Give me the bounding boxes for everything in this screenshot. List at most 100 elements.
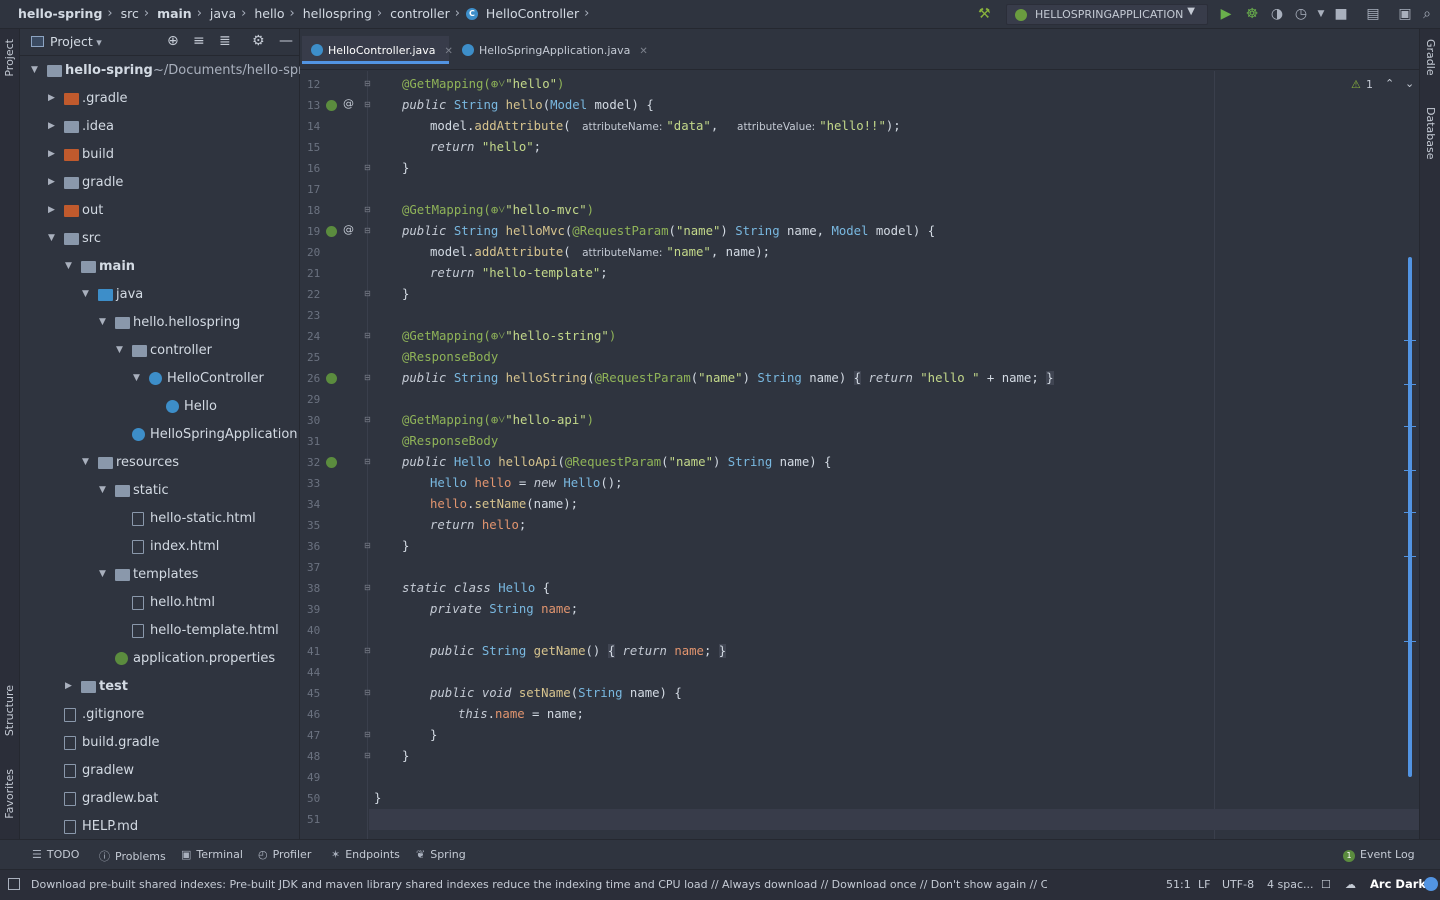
expanded-arrow-icon[interactable]: ▼ — [116, 345, 123, 355]
tool-window-button-terminal[interactable]: ▣ Terminal — [181, 848, 243, 861]
expanded-arrow-icon[interactable]: ▼ — [48, 233, 55, 243]
code-line[interactable]: model.addAttribute( attributeName: "name"… — [369, 242, 770, 263]
code-line[interactable]: @GetMapping(⊕˅"hello-mvc") — [369, 200, 594, 221]
expanded-arrow-icon[interactable]: ▼ — [99, 485, 106, 495]
breadcrumb-item[interactable]: controller — [388, 6, 452, 21]
collapsed-arrow-icon[interactable]: ▶ — [48, 121, 55, 131]
presentation-icon[interactable]: ▣ — [1396, 6, 1414, 22]
editor-tab[interactable]: HelloSpringApplication.java ✕ — [453, 36, 648, 64]
project-tool-tab[interactable]: Project — [3, 39, 16, 77]
breadcrumb-item[interactable]: hello-spring — [16, 6, 104, 21]
build-hammer-icon[interactable]: ⚒ — [978, 6, 991, 22]
tree-item[interactable]: ▼ controller — [20, 337, 300, 365]
code-line[interactable] — [369, 620, 374, 641]
coverage-icon[interactable]: ◑ — [1268, 6, 1286, 22]
structure-tool-tab[interactable]: Structure — [3, 685, 16, 736]
request-mapping-gutter-icon[interactable]: @ — [343, 97, 354, 110]
expanded-arrow-icon[interactable]: ▼ — [99, 569, 106, 579]
code-line[interactable]: this.name = name; — [369, 704, 584, 725]
search-icon[interactable]: ⌕ — [1418, 6, 1436, 22]
code-line[interactable]: } — [369, 746, 409, 767]
expand-all-icon[interactable]: ≡ — [193, 33, 205, 49]
collapsed-arrow-icon[interactable]: ▶ — [48, 205, 55, 215]
code-line[interactable]: } — [369, 536, 409, 557]
request-mapping-gutter-icon[interactable]: @ — [343, 223, 354, 236]
code-line[interactable] — [369, 305, 374, 326]
tool-window-button-profiler[interactable]: ◴ Profiler — [258, 848, 311, 861]
collapse-all-icon[interactable]: ≣ — [219, 33, 231, 49]
collapsed-arrow-icon[interactable]: ▶ — [48, 149, 55, 159]
breadcrumb-item[interactable]: main — [155, 6, 194, 21]
file-encoding[interactable]: UTF-8 — [1222, 878, 1254, 891]
code-line[interactable] — [369, 179, 374, 200]
code-line[interactable]: hello.setName(name); — [369, 494, 578, 515]
code-line[interactable]: @GetMapping(⊕˅"hello-api") — [369, 410, 594, 431]
debug-icon[interactable]: ☸ — [1243, 6, 1261, 22]
code-line[interactable]: @ResponseBody — [369, 347, 498, 368]
code-line[interactable]: public String hello(Model model) { — [369, 95, 654, 116]
editor-tab[interactable]: HelloController.java ✕ — [302, 36, 453, 64]
previous-highlight-icon[interactable]: ⌃ — [1385, 77, 1394, 90]
tree-item[interactable]: ▼ src — [20, 225, 300, 253]
collapsed-arrow-icon[interactable]: ▶ — [48, 93, 55, 103]
indent-setting[interactable]: 4 spac... — [1267, 878, 1314, 891]
breadcrumb-item[interactable]: src — [119, 6, 141, 21]
tree-item[interactable]: ▶ test — [20, 673, 300, 701]
inspection-widget[interactable]: ⚠ 1 ⌃ ⌄ — [1345, 75, 1419, 95]
code-line[interactable]: public String helloString(@RequestParam(… — [369, 368, 1054, 389]
expanded-arrow-icon[interactable]: ▼ — [99, 317, 106, 327]
tool-window-button-endpoints[interactable]: ✶ Endpoints — [331, 848, 400, 861]
tree-item[interactable]: ▼ hello.hellospring — [20, 309, 300, 337]
toggle-tool-windows-icon[interactable] — [8, 878, 20, 890]
expanded-arrow-icon[interactable]: ▼ — [133, 373, 140, 383]
code-line[interactable] — [369, 389, 374, 410]
code-line[interactable]: Hello hello = new Hello(); — [369, 473, 623, 494]
code-line[interactable]: public void setName(String name) { — [369, 683, 682, 704]
gradle-tool-tab[interactable]: Gradle — [1424, 39, 1437, 76]
favorites-tool-tab[interactable]: Favorites — [3, 769, 16, 819]
tree-item[interactable]: ▼ templates — [20, 561, 300, 589]
tree-item[interactable]: ▶ .gradle — [20, 85, 300, 113]
scrollbar-thumb[interactable] — [1408, 257, 1412, 777]
code-line[interactable]: @GetMapping(⊕˅"hello-string") — [369, 326, 616, 347]
next-highlight-icon[interactable]: ⌄ — [1405, 77, 1414, 90]
tool-window-button-problems[interactable]: ⓘ Problems — [99, 848, 166, 864]
tool-window-button-spring[interactable]: ❦ Spring — [416, 848, 466, 861]
tree-item[interactable]: HELP.md — [20, 813, 300, 841]
tree-item[interactable]: ▼ HelloController — [20, 365, 300, 393]
run-icon[interactable]: ▶ — [1217, 6, 1235, 22]
code-editor[interactable]: @GetMapping(⊕˅"hello") public String hell… — [369, 71, 1419, 839]
tree-item[interactable]: HelloSpringApplication — [20, 421, 300, 449]
breadcrumb-item[interactable]: hellospring — [301, 6, 374, 21]
notifications-icon[interactable] — [1424, 877, 1438, 891]
line-separator[interactable]: LF — [1198, 878, 1210, 891]
code-line[interactable]: return hello; — [369, 515, 526, 536]
code-line[interactable] — [369, 557, 374, 578]
tree-item[interactable]: Hello — [20, 393, 300, 421]
tree-item[interactable]: gradlew — [20, 757, 300, 785]
expanded-arrow-icon[interactable]: ▼ — [82, 457, 89, 467]
tool-window-button-todo[interactable]: ☰ TODO — [32, 848, 79, 861]
breadcrumb-item[interactable]: HelloController — [484, 6, 581, 21]
tree-item[interactable]: ▼ java — [20, 281, 300, 309]
status-message[interactable]: Download pre-built shared indexes: Pre-b… — [31, 878, 1047, 891]
code-line[interactable]: public Hello helloApi(@RequestParam("nam… — [369, 452, 831, 473]
tree-item[interactable]: application.properties — [20, 645, 300, 673]
code-line[interactable]: public String getName() { return name; } — [369, 641, 727, 662]
inspection-profile-icon[interactable]: ☁ — [1345, 878, 1356, 891]
tree-item[interactable]: ▼ hello-spring ~/Documents/hello-spring — [20, 57, 324, 85]
spring-bean-gutter-icon[interactable] — [326, 226, 337, 237]
code-line[interactable] — [369, 809, 1419, 830]
code-line[interactable]: return "hello-template"; — [369, 263, 608, 284]
tree-item[interactable]: gradlew.bat — [20, 785, 300, 813]
lock-icon[interactable]: ☐ — [1321, 878, 1331, 891]
collapsed-arrow-icon[interactable]: ▶ — [65, 681, 72, 691]
tree-item[interactable]: hello.html — [20, 589, 300, 617]
tree-item[interactable]: ▶ out — [20, 197, 300, 225]
tree-item[interactable]: hello-template.html — [20, 617, 300, 645]
code-line[interactable]: } — [369, 725, 437, 746]
breadcrumb-item[interactable]: hello — [252, 6, 286, 21]
spring-bean-gutter-icon[interactable] — [326, 373, 337, 384]
tree-item[interactable]: build.gradle — [20, 729, 300, 757]
stop-icon[interactable]: ■ — [1332, 6, 1350, 22]
